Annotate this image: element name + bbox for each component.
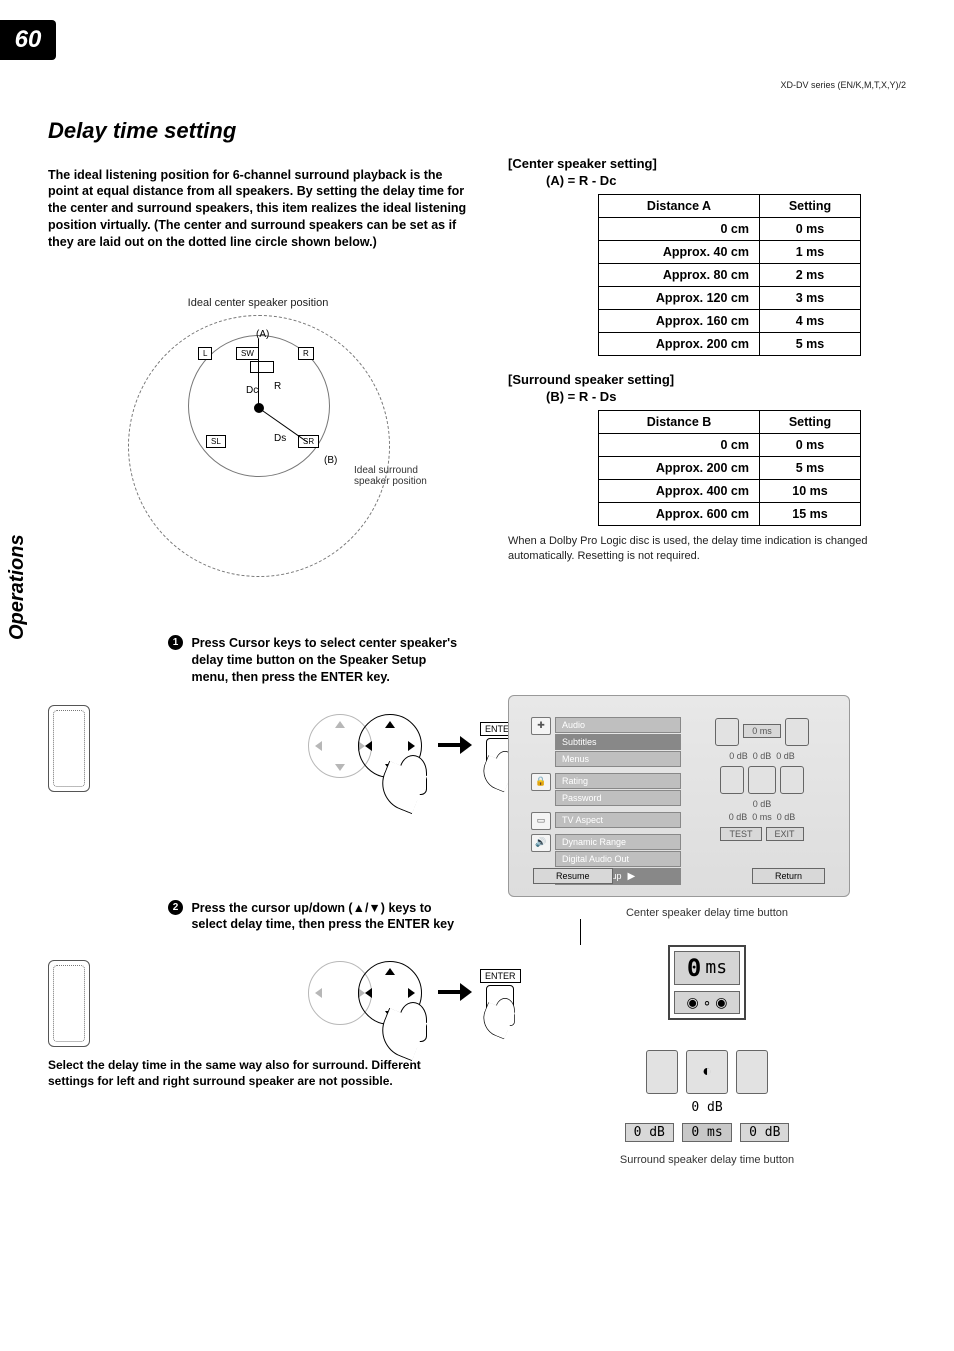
footnote-text: Select the delay time in the same way al… [48, 1057, 468, 1089]
leader-line [580, 919, 906, 945]
dpad-illustration-1: ENTER [308, 700, 528, 790]
center-section-heading: [Center speaker setting] [508, 156, 906, 171]
table-row: Approx. 160 cm4 ms [599, 310, 861, 333]
surround-section-heading: [Surround speaker setting] [508, 372, 906, 387]
center-formula: (A) = R - Dc [546, 173, 906, 188]
diagram-top-caption: Ideal center speaker position [48, 297, 468, 309]
thumb-icon [399, 1002, 427, 1042]
menu-item: TV Aspect [555, 812, 681, 828]
section-side-label: Operations [6, 534, 29, 640]
exit-button: EXIT [766, 827, 804, 841]
th-distance-b: Distance B [599, 411, 760, 434]
table-row: Approx. 200 cm5 ms [599, 457, 861, 480]
label-dc: Dc [246, 385, 258, 396]
sl-db-value: 0 dB [625, 1123, 674, 1142]
table-row: Approx. 80 cm2 ms [599, 264, 861, 287]
lock-icon: 🔒 [531, 773, 551, 791]
diagram-side-caption: Ideal surround speaker position [354, 465, 434, 487]
speaker-icon: 🔊 [531, 834, 551, 852]
menu-item: Dynamic Range [555, 834, 681, 850]
label-r-radius: R [274, 381, 281, 392]
step-number-2: 2 [168, 900, 183, 915]
table-row: Approx. 600 cm15 ms [599, 503, 861, 526]
dolby-note: When a Dolby Pro Logic disc is used, the… [508, 534, 906, 565]
dpad-illustration-2: ENTER [308, 947, 528, 1037]
speaker-l: L [198, 347, 212, 360]
speaker-r: R [298, 347, 314, 360]
menu-item: Digital Audio Out [555, 851, 681, 867]
table-row: Approx. 400 cm10 ms [599, 480, 861, 503]
menu-item: Password [555, 790, 681, 806]
sr-db-value: 0 dB [740, 1123, 789, 1142]
tv-icon: ▭ [531, 812, 551, 830]
table-row: Approx. 40 cm1 ms [599, 241, 861, 264]
label-ds: Ds [274, 433, 286, 444]
osd-screenshot: ✚ Audio Subtitles Menus 🔒 Rating Passwor… [508, 695, 850, 897]
arrow-dc [258, 339, 259, 405]
surround-delay-closeup: ◐ 0 dB 0 dB 0 ms 0 dB [508, 1048, 906, 1144]
menu-item: Audio [555, 717, 681, 733]
screenshot-caption-1: Center speaker delay time button [508, 907, 906, 919]
speaker-sl: SL [206, 435, 226, 448]
speaker-setup-panel: 0 ms 0 dB 0 dB 0 dB 0 dB 0 dB 0 ms 0 dB … [697, 716, 827, 846]
th-setting-a: Setting [760, 195, 861, 218]
step-2-text: Press the cursor up/down (▲/▼) keys to s… [191, 900, 461, 934]
th-distance-a: Distance A [599, 195, 760, 218]
menu-item: Rating [555, 773, 681, 789]
speaker-sw: SW [236, 347, 259, 360]
screenshot-caption-2: Surround speaker delay time button [508, 1154, 906, 1166]
table-row: 0 cm0 ms [599, 434, 861, 457]
enter-key-label-2: ENTER [480, 969, 521, 983]
return-button: Return [752, 868, 825, 884]
remote-illustration-2 [48, 960, 90, 1047]
thumb-icon [399, 755, 427, 795]
doc-header-code: XD-DV series (EN/K,M,T,X,Y)/2 [780, 80, 906, 90]
menu-item: Subtitles [555, 734, 681, 750]
test-button: TEST [720, 827, 761, 841]
center-delay-value: 0 ms [743, 724, 781, 738]
speaker-center-icon [250, 361, 274, 373]
center-delay-table: Distance ASetting 0 cm0 ms Approx. 40 cm… [598, 194, 861, 356]
center-db-value: 0 dB [508, 1100, 906, 1115]
speaker-layout-diagram: L SW R SL SR (A) Dc R Ds (B) Ideal surro… [98, 315, 418, 575]
remote-illustration-1 [48, 705, 90, 792]
resume-button: Resume [533, 868, 613, 884]
step-1-text: Press Cursor keys to select center speak… [191, 635, 461, 686]
intro-paragraph: The ideal listening position for 6-chann… [48, 167, 468, 251]
surround-delay-table: Distance BSetting 0 cm0 ms Approx. 200 c… [598, 410, 861, 526]
arrow-right-icon [438, 736, 472, 754]
center-delay-closeup: 0ms ◉ ∘ ◉ [668, 945, 746, 1020]
step-number-1: 1 [168, 635, 183, 650]
arrow-right-icon [438, 983, 472, 1001]
table-row: Approx. 120 cm3 ms [599, 287, 861, 310]
th-setting-b: Setting [760, 411, 861, 434]
label-b: (B) [324, 455, 337, 466]
table-row: 0 cm0 ms [599, 218, 861, 241]
menu-item: Menus [555, 751, 681, 767]
enter-button-icon [486, 985, 514, 1013]
page-number-tab: 60 [0, 20, 56, 60]
surround-formula: (B) = R - Ds [546, 389, 906, 404]
page-title: Delay time setting [48, 118, 906, 144]
globe-icon: ✚ [531, 717, 551, 735]
table-row: Approx. 200 cm5 ms [599, 333, 861, 356]
surround-delay-value: 0 ms [682, 1123, 731, 1142]
